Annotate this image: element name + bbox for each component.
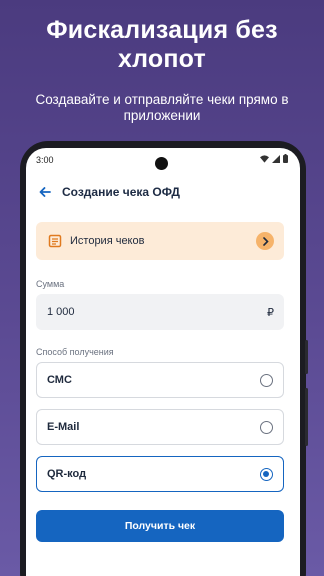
radio-button[interactable]	[260, 374, 273, 387]
back-button[interactable]	[34, 181, 56, 203]
option-sms[interactable]: СМС	[36, 362, 284, 398]
radio-button[interactable]	[260, 421, 273, 434]
radio-button[interactable]	[260, 468, 273, 481]
arrow-left-icon	[39, 187, 51, 197]
receipt-icon	[48, 234, 62, 248]
promo-title: Фискализация без хлопот	[46, 16, 278, 73]
signal-icon	[272, 154, 280, 163]
delivery-label: Способ получения	[36, 347, 114, 357]
amount-label: Сумма	[36, 279, 65, 289]
promo-subtitle: Создавайте и отправляйте чеки прямо в пр…	[35, 92, 289, 123]
amount-input[interactable]: 1 000 ₽	[36, 294, 284, 330]
history-card[interactable]: История чеков	[36, 222, 284, 260]
chevron-right-icon	[256, 232, 274, 250]
history-label: История чеков	[70, 235, 145, 247]
currency-symbol: ₽	[267, 307, 274, 319]
phone-screen: 3:00 Создание чека ОФД История чеков Сум…	[26, 148, 300, 576]
status-icons	[260, 154, 288, 163]
option-label: СМС	[47, 374, 72, 386]
status-bar: 3:00	[26, 148, 300, 172]
get-receipt-button[interactable]: Получить чек	[36, 510, 284, 542]
battery-icon	[283, 154, 288, 163]
camera-cutout	[155, 157, 168, 170]
amount-value: 1 000	[47, 306, 75, 318]
wifi-icon	[260, 154, 269, 163]
option-label: QR-код	[47, 468, 87, 480]
status-time: 3:00	[36, 155, 54, 165]
page-title: Создание чека ОФД	[62, 185, 180, 199]
option-qr[interactable]: QR-код	[36, 456, 284, 492]
phone-side-button	[305, 388, 308, 446]
app-bar: Создание чека ОФД	[26, 180, 300, 204]
phone-side-button	[305, 340, 308, 374]
option-label: E-Mail	[47, 421, 80, 433]
option-email[interactable]: E-Mail	[36, 409, 284, 445]
